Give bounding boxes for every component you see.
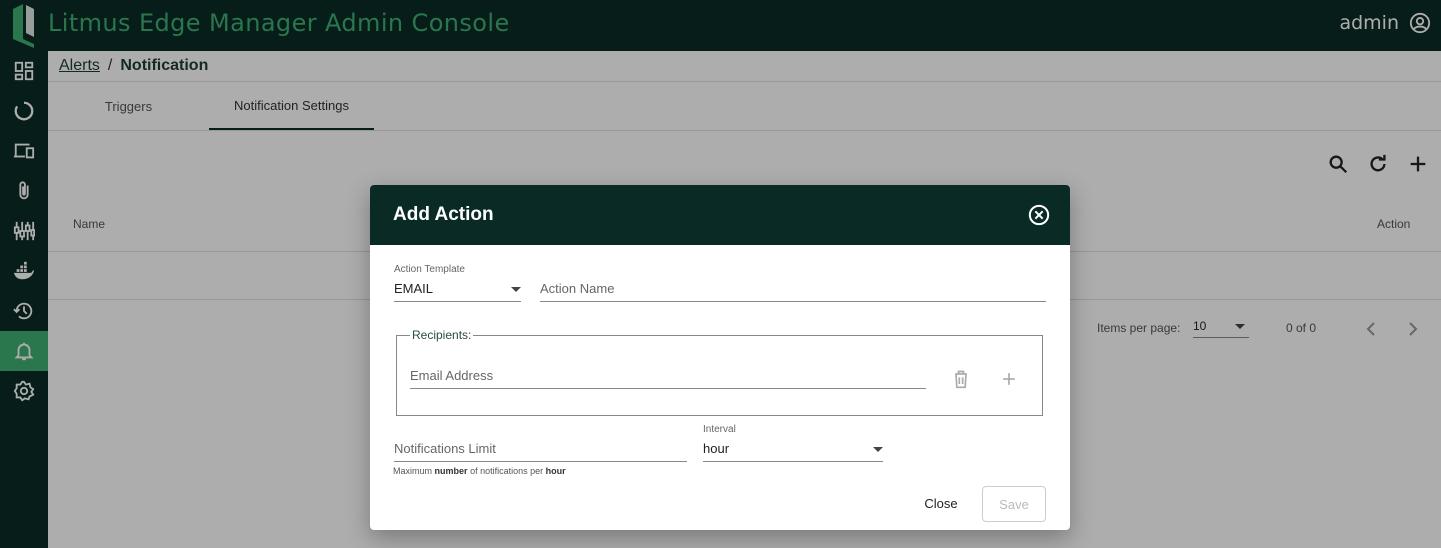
recipients-label: Recipients: (410, 328, 474, 342)
hint-hour: hour (545, 466, 566, 476)
interval-label: Interval (703, 424, 736, 435)
dropdown-arrow-icon (873, 447, 883, 452)
action-name-input[interactable] (540, 281, 1046, 302)
email-address-input[interactable] (410, 368, 926, 389)
close-button[interactable]: Close (918, 486, 964, 520)
add-action-dialog: Add Action Action Template EMAIL Recipie… (370, 185, 1070, 530)
close-icon[interactable] (1028, 204, 1050, 226)
dialog-header: Add Action (370, 185, 1070, 245)
notifications-limit-input[interactable] (394, 441, 687, 462)
action-template-label: Action Template (394, 264, 465, 275)
hint-prefix: Maximum (393, 466, 433, 476)
interval-select[interactable]: hour (703, 441, 883, 462)
dropdown-arrow-icon (511, 287, 521, 292)
add-recipient-icon[interactable] (999, 369, 1019, 389)
action-template-value: EMAIL (394, 281, 434, 296)
dialog-title: Add Action (393, 204, 494, 225)
trash-icon[interactable] (951, 369, 971, 389)
hint-middle: of notifications per (470, 466, 544, 476)
save-button[interactable]: Save (982, 486, 1046, 522)
hint-number: number (434, 466, 468, 476)
interval-value: hour (703, 441, 730, 456)
notifications-limit-hint: Maximum number of notifications per hour (393, 466, 566, 476)
action-template-select[interactable]: EMAIL (394, 281, 521, 302)
